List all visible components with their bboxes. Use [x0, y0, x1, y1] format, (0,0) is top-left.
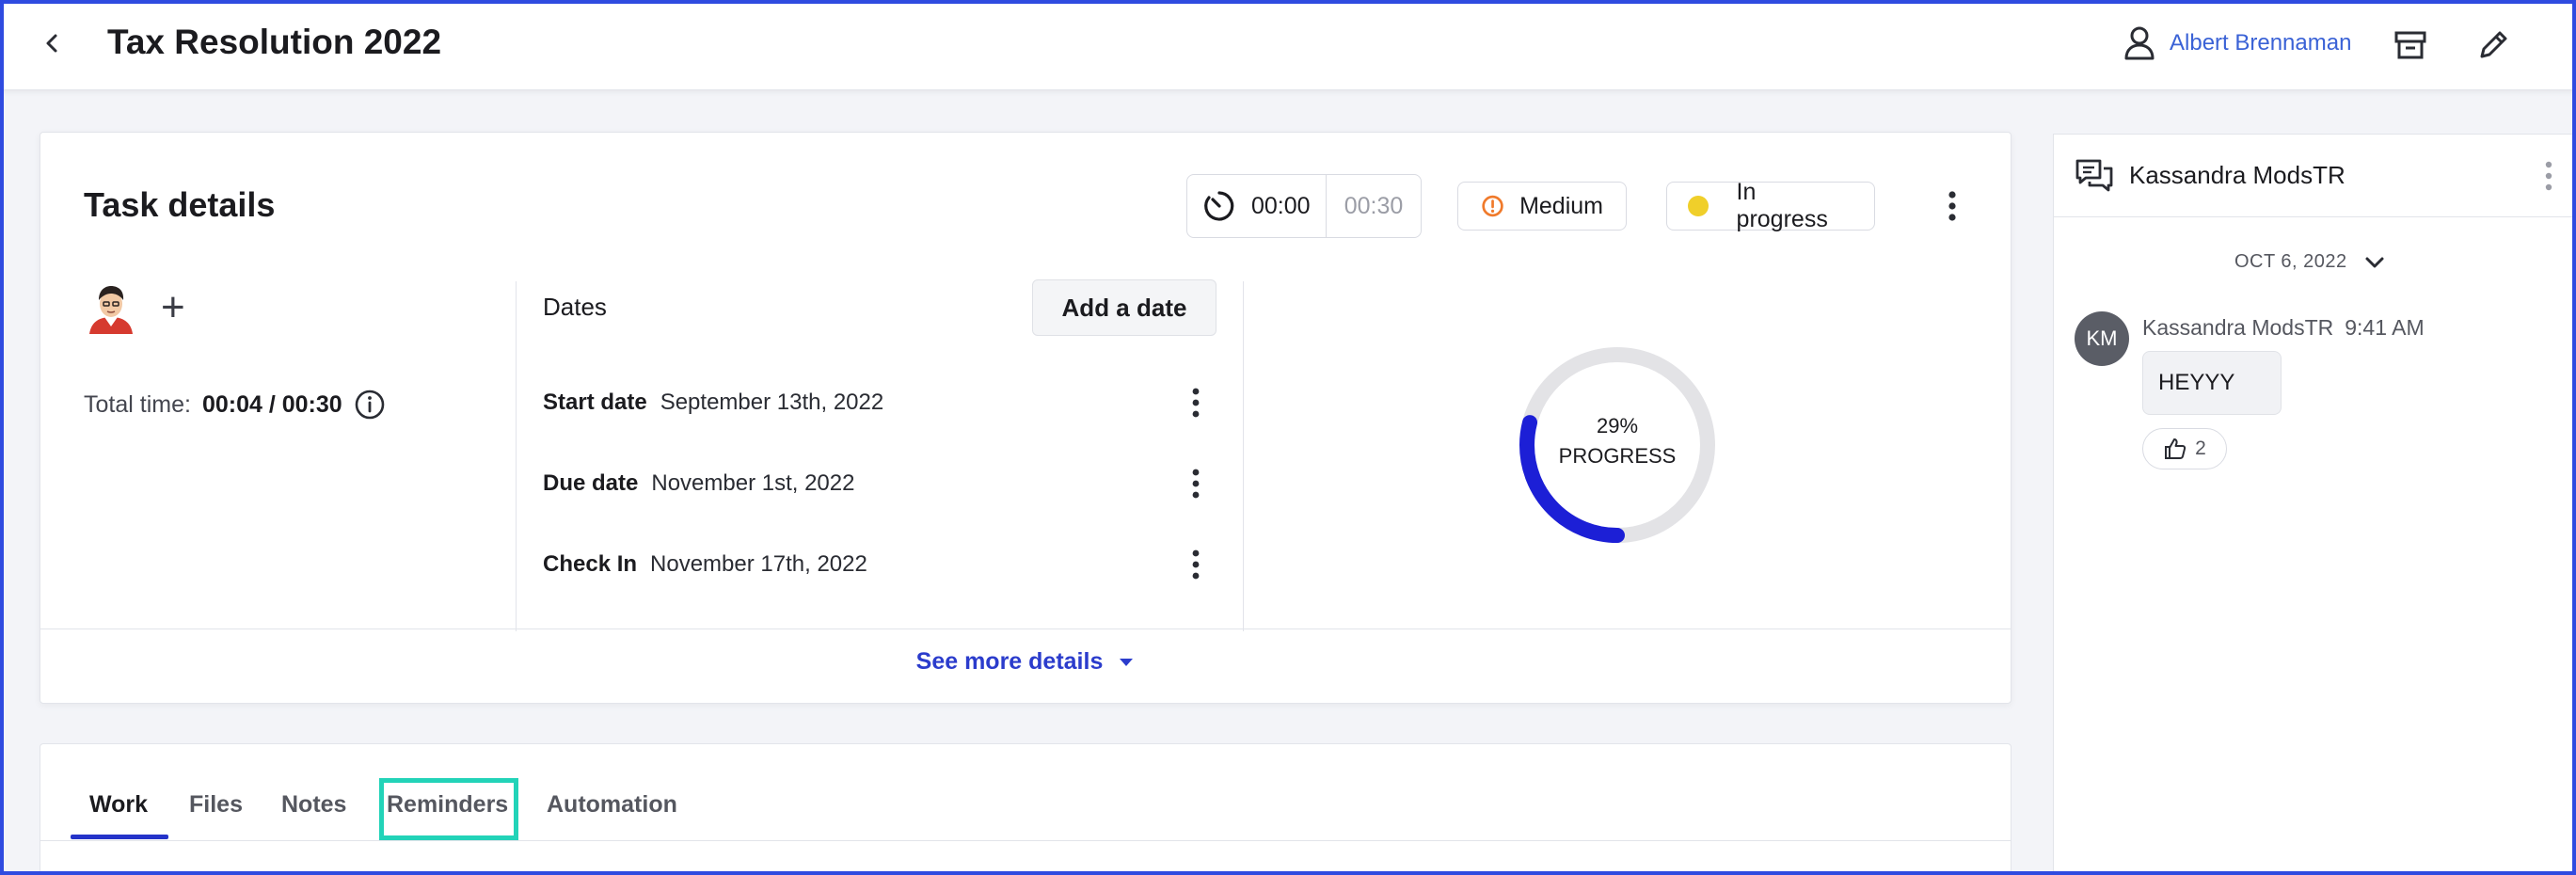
progress-label: 29% PROGRESS [1516, 411, 1719, 471]
chat-more-button[interactable] [2532, 157, 2566, 195]
tabs-card: Work Files Notes Reminders Automation [40, 743, 2012, 875]
message-author: Kassandra ModsTR [2142, 315, 2334, 340]
assignee-avatar[interactable] [82, 279, 140, 338]
total-time-value: 00:04 / 00:30 [201, 390, 342, 418]
timer-toggle-button[interactable]: 00:00 [1187, 175, 1327, 237]
card-title: Task details [84, 185, 276, 224]
total-time-label: Total time: [84, 390, 191, 418]
add-assignee-button[interactable]: + [161, 283, 185, 332]
priority-alert-icon [1482, 195, 1503, 217]
edit-button[interactable] [2474, 26, 2512, 64]
timer-elapsed: 00:00 [1251, 192, 1311, 219]
date-row-start: Start date September 13th, 2022 [543, 379, 1220, 426]
timer-icon [1204, 191, 1234, 221]
progress-caption: PROGRESS [1558, 444, 1677, 468]
tabs-divider [40, 840, 2011, 841]
task-details-card: Task details 00:00 00:30 Medium In progr… [40, 132, 2012, 704]
message-meta: Kassandra ModsTR 9:41 AM [2142, 315, 2425, 341]
chat-panel: Kassandra ModsTR OCT 6, 2022 KM Kassandr… [2053, 134, 2576, 875]
date-more-button[interactable] [1179, 383, 1213, 422]
kebab-menu-icon [1192, 549, 1200, 580]
reaction-count: 2 [2195, 438, 2206, 459]
chevron-down-icon [2365, 257, 2384, 267]
priority-dropdown[interactable]: Medium [1457, 182, 1627, 231]
priority-label: Medium [1519, 192, 1603, 219]
date-value[interactable]: September 13th, 2022 [660, 390, 884, 416]
total-time: Total time: 00:04 / 00:30 [84, 389, 386, 421]
kebab-menu-icon [1948, 191, 1956, 221]
progress-donut: 29% PROGRESS [1516, 343, 1719, 547]
date-value[interactable]: November 17th, 2022 [650, 551, 867, 578]
tab-files[interactable]: Files [189, 791, 243, 819]
user-name: Albert Brennaman [2170, 30, 2352, 56]
active-tab-indicator [71, 835, 168, 839]
status-label: In progress [1736, 179, 1828, 232]
tab-work[interactable]: Work [89, 791, 148, 819]
date-more-button[interactable] [1179, 545, 1213, 584]
kebab-menu-icon [2545, 161, 2552, 191]
timer-estimate[interactable]: 00:30 [1327, 175, 1421, 237]
pencil-icon [2480, 31, 2507, 58]
tab-reminders[interactable]: Reminders [387, 791, 508, 819]
add-date-button[interactable]: Add a date [1032, 279, 1216, 336]
progress-value: 29% [1596, 414, 1639, 438]
chat-header: Kassandra ModsTR [2054, 135, 2576, 217]
message-avatar: KM [2075, 311, 2129, 366]
date-label: Due date [543, 470, 639, 496]
chevron-left-icon [46, 34, 57, 53]
date-label: Start date [543, 390, 647, 415]
date-separator-label: OCT 6, 2022 [2234, 251, 2347, 272]
tab-automation[interactable]: Automation [547, 791, 677, 819]
top-bar: Tax Resolution 2022 Albert Brennaman [0, 0, 2576, 90]
date-row-checkin: Check In November 17th, 2022 [543, 541, 1220, 588]
date-row-due: Due date November 1st, 2022 [543, 460, 1220, 507]
status-dropdown[interactable]: In progress [1666, 179, 1875, 232]
thumbs-up-reaction[interactable]: 2 [2142, 428, 2227, 469]
status-dot [1688, 196, 1709, 216]
date-separator[interactable]: OCT 6, 2022 [2234, 251, 2385, 273]
back-button[interactable] [34, 24, 72, 62]
timer-control: 00:00 00:30 [1186, 174, 1422, 238]
chat-bubbles-icon [2075, 159, 2113, 192]
date-more-button[interactable] [1179, 464, 1213, 503]
message-bubble: HEYYY [2142, 351, 2282, 415]
dates-heading: Dates [543, 293, 607, 321]
kebab-menu-icon [1192, 388, 1200, 418]
archive-button[interactable] [2392, 26, 2429, 64]
kebab-menu-icon [1192, 469, 1200, 499]
avatar-illustration [83, 280, 139, 337]
see-more-label: See more details [915, 648, 1104, 675]
user-icon [2124, 26, 2155, 60]
card-footer-divider [40, 628, 2011, 629]
assigned-user-link[interactable]: Albert Brennaman [2123, 24, 2351, 62]
archive-icon [2394, 31, 2426, 59]
info-icon[interactable] [354, 389, 386, 421]
page-title: Tax Resolution 2022 [107, 23, 442, 61]
caret-down-icon [1120, 658, 1134, 666]
thumbs-up-icon [2165, 438, 2186, 459]
date-label: Check In [543, 551, 638, 577]
see-more-details-button[interactable]: See more details [40, 648, 2011, 676]
date-value[interactable]: November 1st, 2022 [651, 470, 854, 497]
tab-notes[interactable]: Notes [281, 791, 346, 819]
task-more-menu-button[interactable] [1935, 187, 1969, 225]
chat-channel-name: Kassandra ModsTR [2129, 161, 2345, 189]
column-divider [516, 281, 517, 631]
message-time: 9:41 AM [2345, 315, 2425, 340]
column-divider [1243, 281, 1244, 631]
